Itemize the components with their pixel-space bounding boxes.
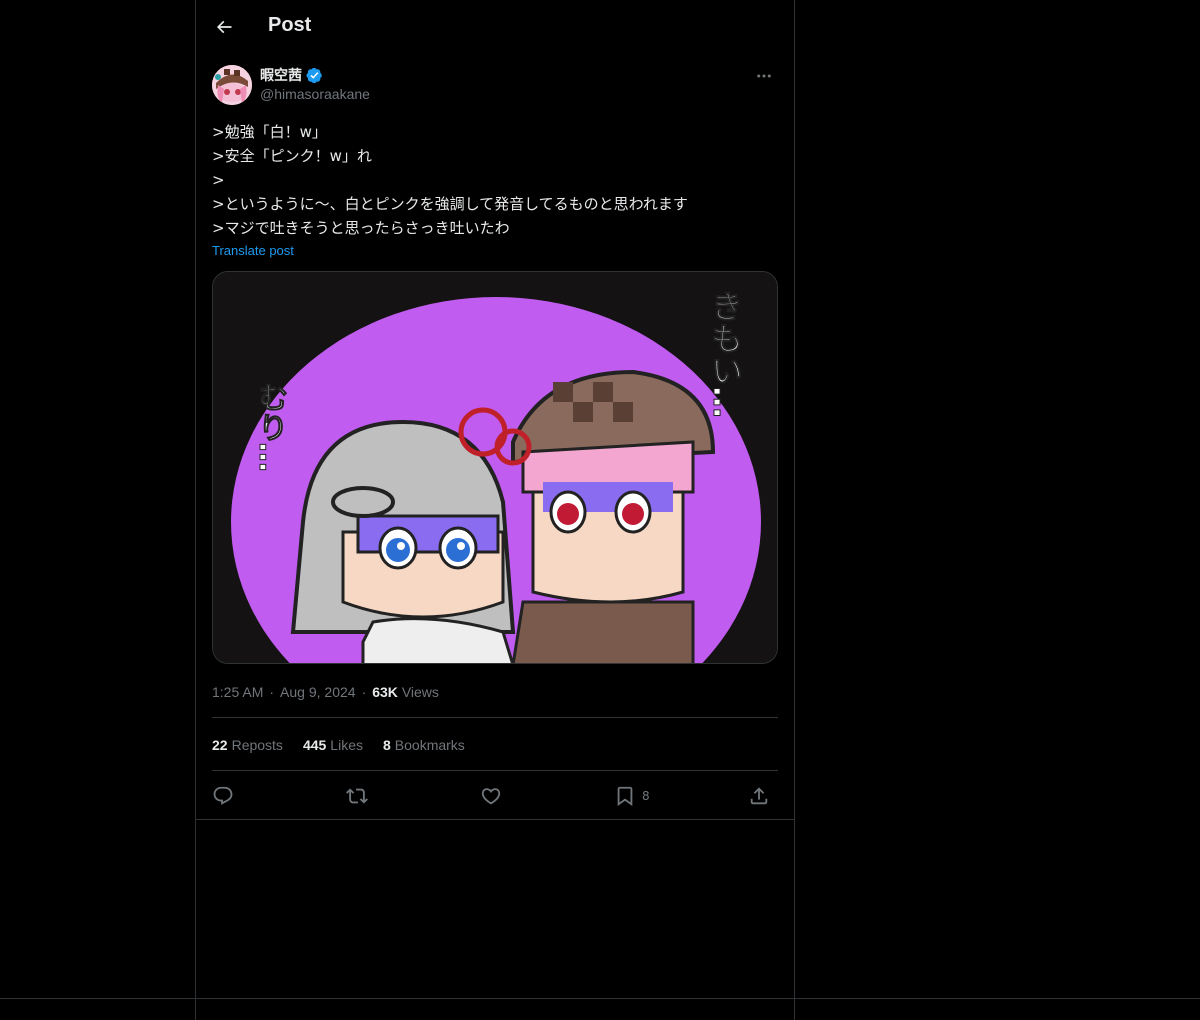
like-icon <box>481 788 501 805</box>
translate-post-link[interactable]: Translate post <box>212 243 294 258</box>
share-icon <box>750 787 768 805</box>
views-count: 63K <box>372 684 398 700</box>
post-column: Post 暇空茜 @himasoraakane >勉強「白！w」 >安全「ピンク… <box>195 0 795 1020</box>
bookmark-icon <box>617 786 633 807</box>
like-button[interactable] <box>480 782 502 810</box>
divider <box>196 819 794 820</box>
illustration <box>213 272 777 663</box>
meta-separator: · <box>269 684 275 700</box>
post-line: >勉強「白！w」 <box>212 123 327 141</box>
bookmarks-count: 8 <box>382 737 391 753</box>
views-label: Views <box>401 684 439 700</box>
bookmarks-stat[interactable]: 8 Bookmarks <box>383 737 465 753</box>
author-handle[interactable]: @himasoraakane <box>260 86 370 102</box>
share-button[interactable] <box>748 782 770 810</box>
likes-stat[interactable]: 445 Likes <box>303 737 363 753</box>
repost-button[interactable] <box>346 782 368 810</box>
back-button[interactable] <box>210 13 238 41</box>
likes-label: Likes <box>330 737 363 753</box>
post-line: >というように〜、白とピンクを強調して発音してるものと思われます <box>212 195 688 213</box>
top-bar: Post <box>196 0 794 54</box>
page-title: Post <box>268 14 312 36</box>
reply-icon <box>213 786 233 805</box>
bookmark-count: 8 <box>642 789 650 803</box>
likes-count: 445 <box>302 737 327 753</box>
post-time[interactable]: 1:25 AM <box>212 684 263 700</box>
reposts-count: 22 <box>212 737 228 753</box>
name-row: 暇空茜 <box>260 65 323 85</box>
divider <box>0 998 1200 999</box>
divider <box>212 717 778 718</box>
action-bar: 8 <box>212 782 778 810</box>
left-gutter <box>0 0 195 1020</box>
more-button[interactable] <box>750 64 778 88</box>
verified-badge-icon <box>306 67 322 83</box>
post-text: >勉強「白！w」 >安全「ピンク！w」れ > >というように〜、白とピンクを強調… <box>212 120 778 240</box>
post-line: > <box>212 171 225 189</box>
image-text-right: きもい… <box>706 290 745 419</box>
image-text-left: むり… <box>252 382 288 473</box>
post-meta: 1:25 AM · Aug 9, 2024 · 63K Views <box>212 684 439 700</box>
repost-icon <box>346 788 368 804</box>
post-stats: 22 Reposts 445 Likes 8 Bookmarks <box>212 737 465 753</box>
reposts-label: Reposts <box>231 737 283 753</box>
meta-separator: · <box>361 684 367 700</box>
avatar[interactable] <box>212 65 252 105</box>
back-arrow-icon <box>216 20 232 34</box>
reply-button[interactable] <box>212 782 234 810</box>
display-name[interactable]: 暇空茜 <box>260 65 302 85</box>
reposts-stat[interactable]: 22 Reposts <box>212 737 283 753</box>
avatar-image <box>212 65 252 105</box>
post-line: >安全「ピンク！w」れ <box>212 147 372 165</box>
bookmarks-label: Bookmarks <box>394 737 465 753</box>
bookmark-button[interactable]: 8 <box>614 782 650 810</box>
post-author: 暇空茜 @himasoraakane <box>212 64 778 108</box>
post-date[interactable]: Aug 9, 2024 <box>280 684 356 700</box>
divider <box>212 770 778 771</box>
post-image[interactable]: むり… きもい… <box>212 271 778 664</box>
more-icon <box>757 74 771 78</box>
post-line: >マジで吐きそうと思ったらさっき吐いたわ <box>212 219 510 237</box>
views: 63K Views <box>372 684 439 700</box>
